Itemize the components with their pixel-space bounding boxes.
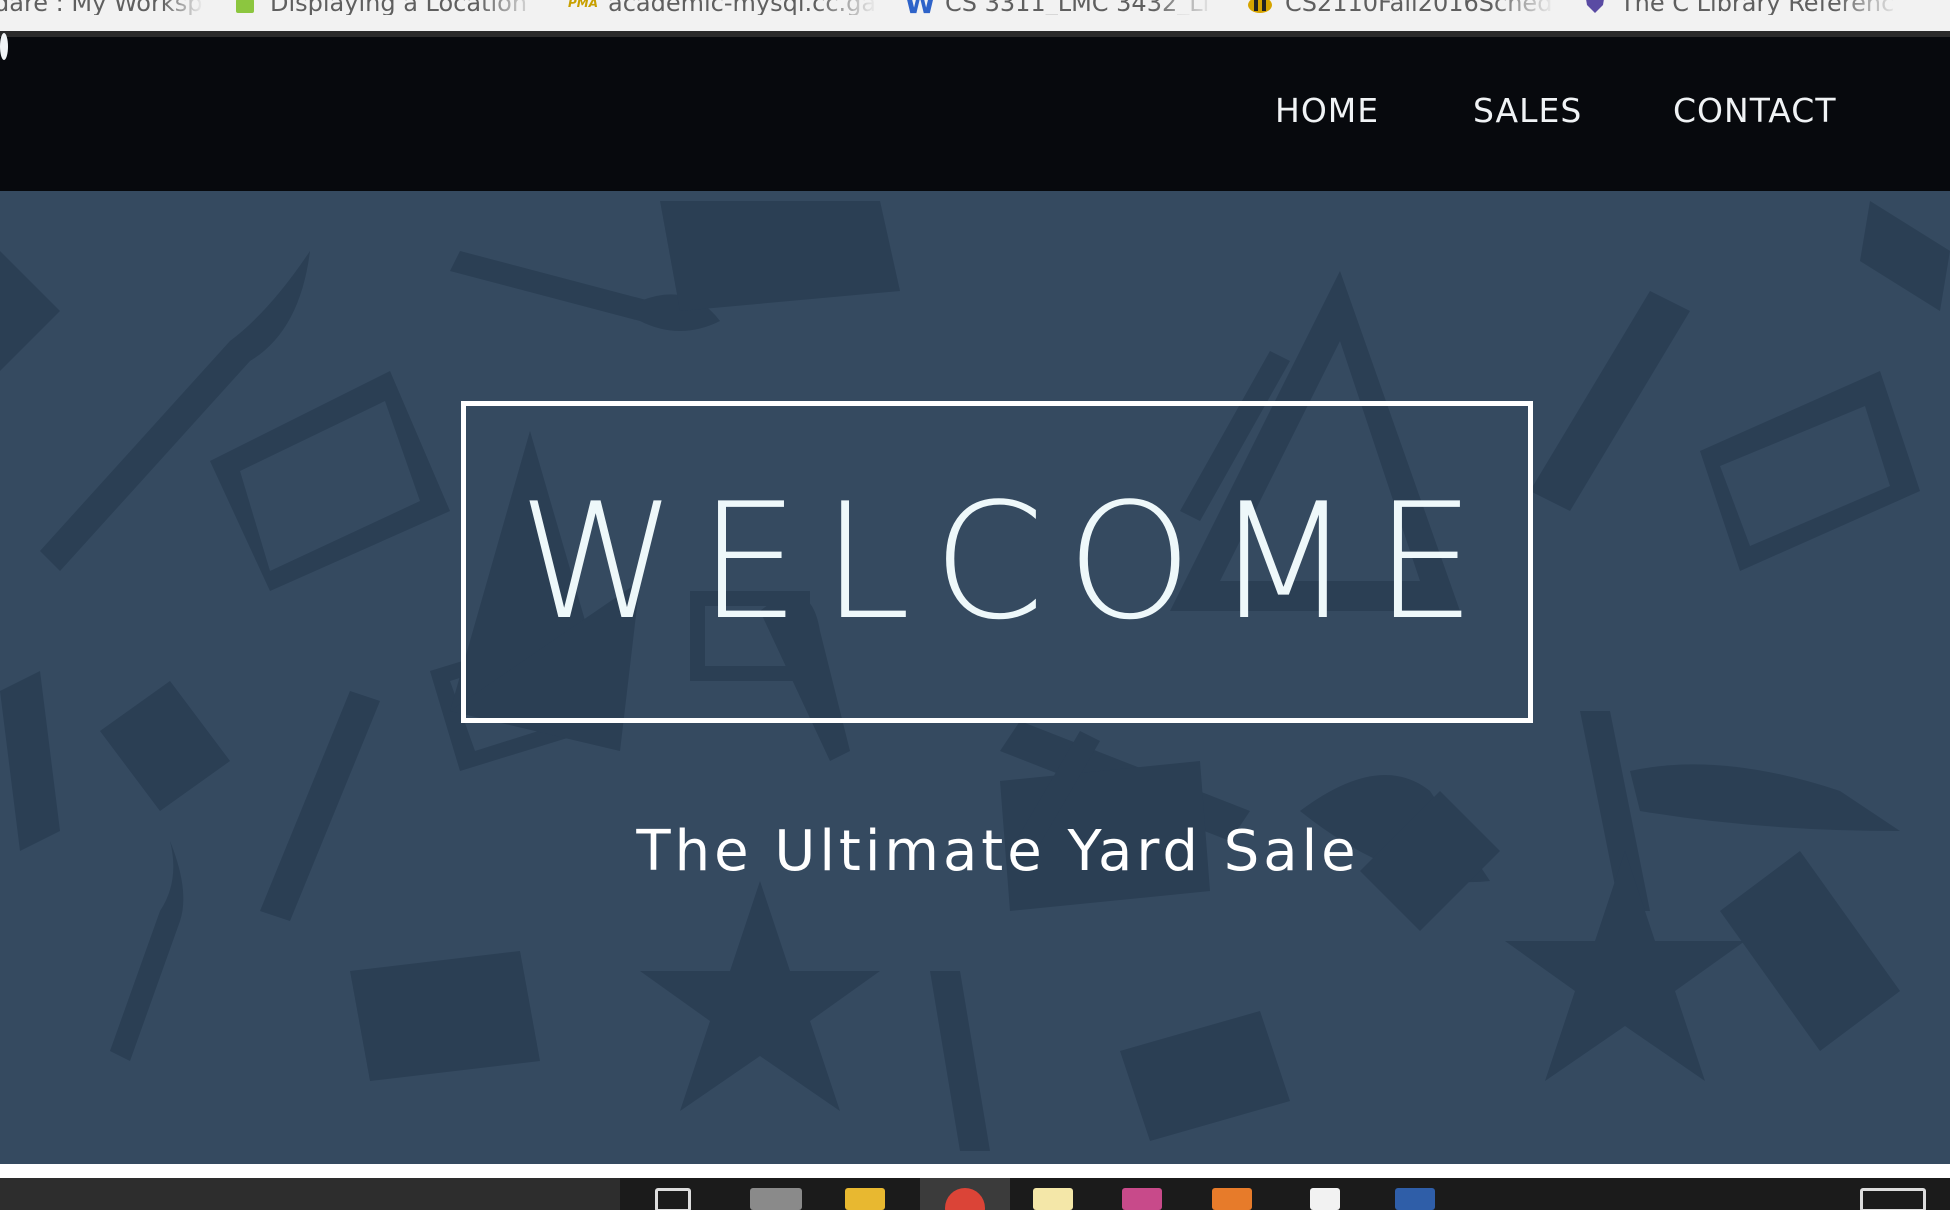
phpmyadmin-icon: PMA bbox=[568, 0, 599, 10]
nav-contact-link[interactable]: CONTACT bbox=[1673, 91, 1837, 130]
taskbar-search-area[interactable] bbox=[0, 1178, 620, 1210]
bookmark-label: CS 3311_LMC 3432_Li bbox=[945, 0, 1210, 15]
bookmark-label: CS2110Fall2016Sched bbox=[1285, 0, 1553, 15]
bookmark-item[interactable]: dare : My Worksp bbox=[0, 0, 204, 15]
bookmark-label: Displaying a Location bbox=[270, 0, 528, 15]
document-icon[interactable] bbox=[1310, 1188, 1340, 1210]
bookmark-item[interactable]: The C Library Referenc bbox=[1580, 0, 1900, 15]
task-view-icon[interactable] bbox=[655, 1188, 691, 1210]
yellowjacket-icon bbox=[1245, 0, 1275, 15]
word-taskbar-icon[interactable] bbox=[1395, 1188, 1435, 1210]
notes-icon[interactable] bbox=[1033, 1188, 1073, 1210]
cart-icon[interactable] bbox=[0, 33, 8, 60]
folder-icon[interactable] bbox=[845, 1188, 885, 1210]
hero-tagline: The Ultimate Yard Sale bbox=[636, 819, 1360, 884]
welcome-title: WELCOME bbox=[518, 468, 1498, 655]
bookmark-label: academic-mysql.cc.ga bbox=[608, 0, 877, 15]
nav-home-link[interactable]: HOME bbox=[1275, 91, 1379, 130]
nav-sales-link[interactable]: SALES bbox=[1473, 91, 1582, 130]
bookmark-item[interactable]: CS2110Fall2016Sched bbox=[1245, 0, 1555, 15]
bookmark-label: dare : My Worksp bbox=[0, 0, 203, 15]
bookmarks-bar: dare : My Worksp Displaying a Location P… bbox=[0, 0, 1950, 32]
monitor-icon[interactable] bbox=[750, 1188, 802, 1210]
bookmark-item[interactable]: Displaying a Location bbox=[230, 0, 540, 15]
bookmark-item[interactable]: PMA academic-mysql.cc.ga bbox=[568, 0, 878, 15]
bookmark-label: The C Library Referenc bbox=[1620, 0, 1895, 15]
bookmark-item[interactable]: W CS 3311_LMC 3432_Li bbox=[905, 0, 1215, 15]
welcome-frame: WELCOME bbox=[461, 401, 1533, 723]
os-taskbar bbox=[0, 1178, 1950, 1210]
paint-icon[interactable] bbox=[1122, 1188, 1162, 1210]
chrome-icon[interactable] bbox=[920, 1178, 1010, 1210]
system-tray-icon[interactable] bbox=[1860, 1188, 1926, 1210]
android-icon bbox=[230, 0, 260, 15]
hero-section: WELCOME The Ultimate Yard Sale bbox=[0, 191, 1950, 1164]
site-navbar: HOME SALES CONTACT bbox=[0, 33, 1950, 191]
page-bottom-gap bbox=[0, 1164, 1950, 1178]
word-icon: W bbox=[905, 0, 935, 15]
app-icon[interactable] bbox=[1212, 1188, 1252, 1210]
shield-icon bbox=[1580, 0, 1610, 15]
